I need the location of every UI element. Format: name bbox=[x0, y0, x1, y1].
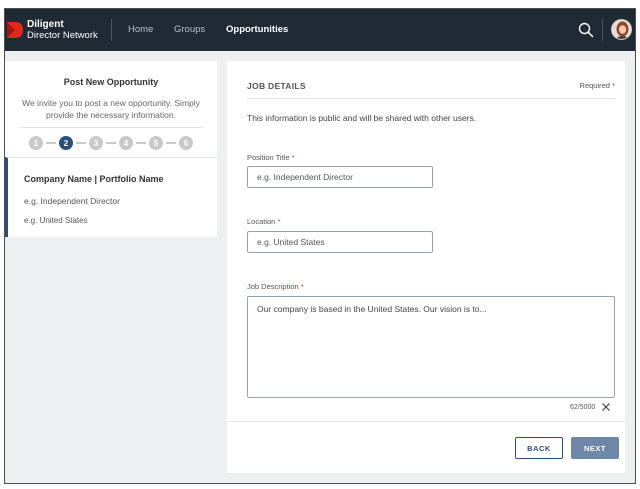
character-counter: 62/5000 bbox=[570, 404, 596, 411]
avatar-portrait-icon bbox=[612, 20, 631, 39]
clear-icon[interactable] bbox=[601, 402, 611, 412]
nav-divider bbox=[111, 19, 112, 41]
brand-subtitle: Director Network bbox=[27, 30, 98, 41]
position-title-input[interactable] bbox=[247, 166, 433, 188]
step-5[interactable]: 5 bbox=[149, 136, 163, 150]
job-details-card: JOB DETAILS Required * This information … bbox=[227, 61, 625, 473]
app-window: Diligent Director Network Home Groups Op… bbox=[4, 8, 636, 484]
next-button[interactable]: NEXT bbox=[571, 437, 619, 459]
step-4[interactable]: 4 bbox=[119, 136, 133, 150]
nav-opportunities[interactable]: Opportunities bbox=[226, 24, 288, 35]
summary-location: e.g. United States bbox=[24, 216, 88, 225]
step-connector bbox=[46, 142, 56, 144]
job-description-label-text: Job Description bbox=[247, 282, 299, 291]
footer-divider bbox=[227, 421, 625, 422]
step-3[interactable]: 3 bbox=[89, 136, 103, 150]
step-connector bbox=[166, 142, 176, 144]
required-asterisk: * bbox=[300, 282, 304, 291]
position-title-label-text: Position Title bbox=[247, 153, 290, 162]
summary-position: e.g. Independent Director bbox=[24, 196, 120, 206]
required-note-text: Required bbox=[579, 81, 610, 90]
top-navigation: Diligent Director Network Home Groups Op… bbox=[5, 9, 635, 51]
job-description-textarea[interactable]: Our company is based in the United State… bbox=[247, 296, 615, 398]
opportunity-summary: Company Name | Portfolio Name e.g. Indep… bbox=[5, 157, 217, 237]
wizard-description: We invite you to post a new opportunity.… bbox=[22, 98, 200, 120]
location-label-text: Location bbox=[247, 217, 276, 226]
location-input[interactable] bbox=[247, 231, 433, 253]
divider bbox=[19, 127, 203, 128]
brand-logo[interactable]: Diligent Director Network bbox=[27, 19, 98, 41]
step-connector bbox=[136, 142, 146, 144]
required-asterisk: * bbox=[277, 217, 281, 226]
back-button[interactable]: BACK bbox=[515, 437, 563, 459]
wizard-sidebar: Post New Opportunity We invite you to po… bbox=[5, 61, 217, 237]
required-asterisk: * bbox=[612, 81, 615, 90]
wizard-title: Post New Opportunity bbox=[63, 77, 159, 87]
nav-divider bbox=[602, 19, 603, 41]
divider bbox=[247, 98, 615, 99]
position-title-label: Position Title * bbox=[247, 153, 295, 162]
required-note: Required * bbox=[580, 81, 615, 90]
step-connector bbox=[76, 142, 86, 144]
step-connector bbox=[106, 142, 116, 144]
step-indicator: 1 2 3 4 5 6 bbox=[29, 135, 193, 151]
step-2-current[interactable]: 2 bbox=[59, 136, 73, 150]
user-avatar[interactable] bbox=[611, 19, 632, 40]
required-asterisk: * bbox=[291, 153, 295, 162]
public-info-text: This information is public and will be s… bbox=[247, 113, 477, 123]
summary-title: Company Name | Portfolio Name bbox=[24, 174, 164, 184]
location-label: Location * bbox=[247, 217, 280, 226]
search-icon[interactable] bbox=[578, 22, 594, 38]
step-1[interactable]: 1 bbox=[29, 136, 43, 150]
job-description-label: Job Description * bbox=[247, 282, 304, 291]
step-6[interactable]: 6 bbox=[179, 136, 193, 150]
nav-home[interactable]: Home bbox=[128, 24, 153, 35]
nav-groups[interactable]: Groups bbox=[174, 24, 205, 35]
section-title: JOB DETAILS bbox=[247, 81, 306, 91]
brand-name: Diligent bbox=[27, 19, 64, 30]
diligent-logo-icon bbox=[7, 22, 23, 38]
